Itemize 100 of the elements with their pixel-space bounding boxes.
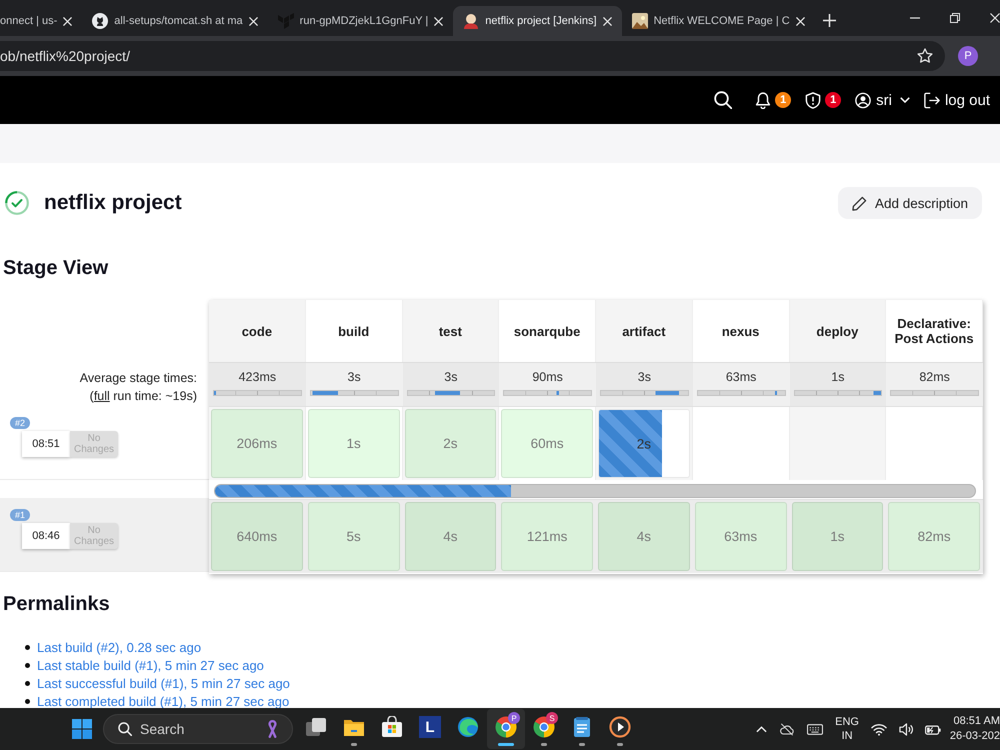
logout-link[interactable]: log out [924, 92, 990, 108]
browser-tab[interactable]: onnect | us- [0, 6, 82, 36]
stage-header: sonarqube [499, 300, 596, 362]
browser-tab[interactable]: all-setups/tomcat.sh at ma [82, 6, 268, 36]
bullet-icon [25, 680, 30, 686]
logout-icon [924, 92, 940, 108]
shopping-bag-icon [381, 716, 403, 738]
close-icon[interactable] [602, 16, 612, 26]
profile-avatar[interactable]: P [958, 46, 978, 66]
search-field[interactable]: Search [103, 714, 293, 744]
chevron-up-icon[interactable] [756, 726, 768, 732]
add-description-button[interactable]: Add description [838, 187, 982, 219]
user-icon [855, 92, 872, 108]
clock[interactable]: 08:51 AM 26-03-202 [953, 714, 1000, 744]
taskbar-button[interactable]: S [525, 709, 563, 749]
browser-tab[interactable]: netflix project [Jenkins] [453, 6, 622, 36]
user-menu[interactable]: sri [855, 92, 910, 108]
speaker-icon[interactable] [899, 722, 913, 736]
taskbar-button[interactable]: L [411, 709, 449, 749]
keyboard-icon[interactable] [807, 722, 824, 736]
close-icon[interactable] [248, 16, 258, 26]
bell-icon[interactable] [755, 92, 772, 108]
build-number-badge[interactable]: #2 [10, 417, 30, 429]
address-bar[interactable]: ob/netflix%20project/ [0, 41, 945, 71]
image-icon [632, 13, 648, 29]
stage-average: 82ms [919, 370, 950, 385]
stage-average: 1s [831, 370, 844, 385]
restore-icon[interactable] [950, 13, 960, 23]
ribbon-icon [267, 720, 278, 738]
stage-header: build [306, 300, 402, 362]
permalink[interactable]: Last successful build (#1), 5 min 27 sec ago [37, 676, 290, 690]
app-tile: L [419, 716, 441, 738]
stage-cell[interactable]: 63ms [694, 502, 786, 571]
search-icon [118, 722, 132, 736]
build-number-badge[interactable]: #1 [10, 509, 30, 521]
stage-cell[interactable]: 2s [404, 409, 496, 478]
permalink[interactable]: Last stable build (#1), 5 min 27 sec ago [37, 658, 264, 672]
star-icon[interactable] [917, 48, 933, 64]
stage-cell[interactable]: 82ms [888, 502, 980, 571]
stage-header: Declarative: Post Actions [886, 300, 983, 362]
browser-icon [457, 716, 479, 738]
permalink[interactable]: Last build (#2), 0.28 sec ago [37, 640, 202, 654]
stage-cell[interactable]: 640ms [211, 502, 303, 571]
section-heading: Permalinks [2, 592, 111, 616]
language-indicator[interactable]: ENG IN [835, 715, 859, 743]
stage-progress-track[interactable]: 2s [598, 409, 690, 478]
stage-header: deploy [790, 300, 886, 362]
play-icon [609, 716, 631, 738]
stage-header: test [402, 300, 500, 362]
stage-cell[interactable]: 1s [792, 502, 884, 571]
stage-average: 3s [638, 370, 651, 385]
stage-header: code [209, 300, 306, 362]
taskbar-button[interactable]: P [487, 709, 525, 749]
avatar-icon [463, 13, 480, 29]
stage-cell[interactable]: 121ms [501, 502, 593, 571]
stage-cell[interactable]: 5s [308, 502, 400, 571]
bullet-icon [25, 662, 30, 668]
run-time-note: (full run time: ~19s) [90, 388, 197, 405]
caret-icon [900, 97, 910, 103]
bullet-icon [25, 698, 30, 704]
close-icon[interactable] [990, 13, 1000, 23]
count-badge: 1 [825, 92, 842, 108]
stage-cell[interactable]: 60ms [501, 409, 593, 478]
minimize-icon[interactable] [910, 17, 920, 19]
stage-header: artifact [596, 300, 693, 362]
build-time[interactable]: 08:51 [22, 431, 70, 457]
stage-average: 63ms [726, 370, 756, 385]
close-icon[interactable] [63, 16, 72, 26]
stage-duration: 2s [636, 436, 651, 451]
stage-cell[interactable]: 4s [404, 502, 496, 571]
stage-average: 3s [444, 370, 458, 385]
cloud-off-icon[interactable] [779, 722, 796, 736]
full-link[interactable]: full [94, 389, 110, 403]
average-label: Average stage times: [80, 370, 197, 387]
stage-average: 90ms [532, 370, 563, 385]
close-icon[interactable] [434, 16, 444, 26]
bullet-icon [25, 644, 30, 650]
section-heading: Stage View [2, 256, 110, 280]
job-title: netflix project [44, 190, 182, 216]
shield-icon[interactable] [805, 92, 822, 108]
build-time[interactable]: 08:46 [22, 523, 70, 549]
wifi-icon[interactable] [871, 722, 887, 736]
permalink[interactable]: Last completed build (#1), 5 min 27 sec ago [37, 694, 290, 708]
stage-cell[interactable]: 4s [598, 502, 690, 571]
stage-average: 423ms [238, 370, 276, 385]
task-view-icon [305, 716, 327, 738]
browser-tab[interactable]: run-gpMDZjekL1GgnFuY | [268, 6, 454, 36]
profile-badge: S [546, 712, 558, 724]
notepad-icon [571, 716, 593, 738]
stage-average: 3s [348, 370, 361, 385]
stage-cell[interactable]: 1s [308, 409, 400, 478]
search-icon[interactable] [714, 91, 732, 109]
stage-cell[interactable]: 206ms [211, 409, 303, 478]
battery-icon[interactable] [925, 722, 941, 736]
close-icon[interactable] [796, 16, 805, 26]
browser-tab[interactable]: Netflix WELCOME Page | C [622, 6, 815, 36]
profile-badge: P [508, 712, 520, 724]
windows-logo-icon[interactable] [72, 719, 92, 739]
plus-icon[interactable] [822, 14, 836, 27]
pencil-icon [852, 196, 867, 210]
